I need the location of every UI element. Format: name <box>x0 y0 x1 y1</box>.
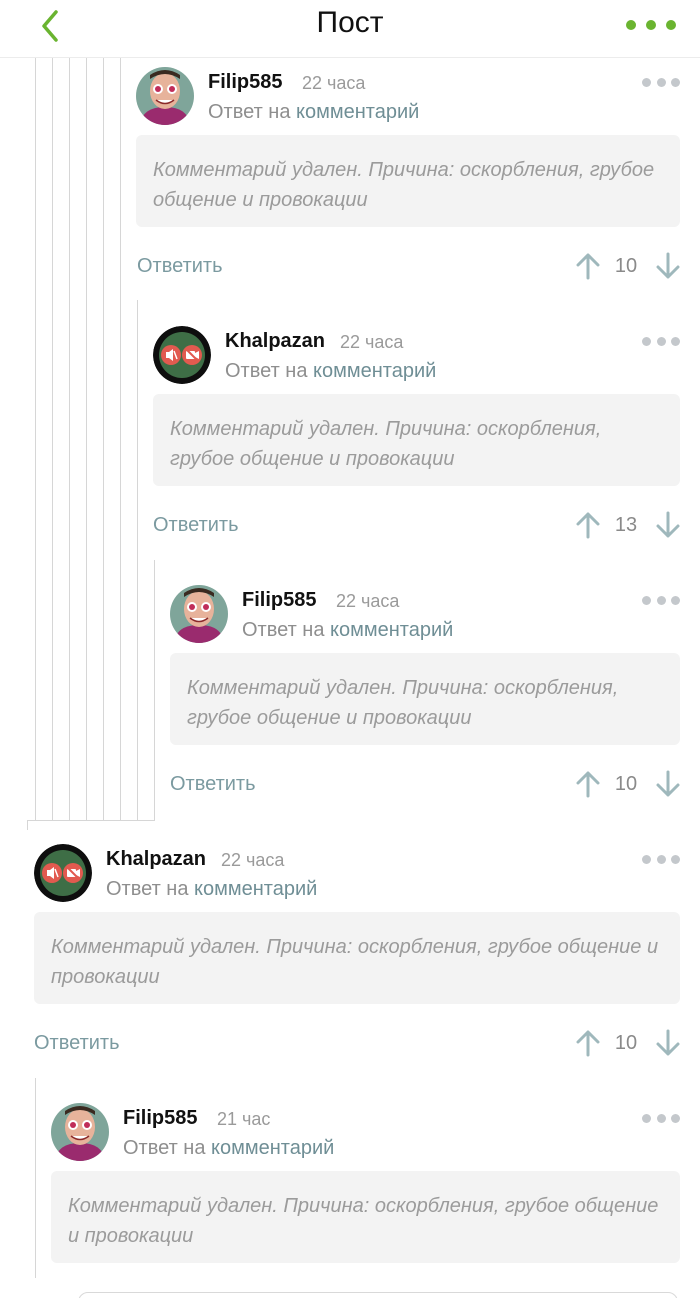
reply-button[interactable]: Ответить <box>170 773 256 796</box>
comment-more-icon[interactable] <box>642 75 680 89</box>
reply-to-prefix: Ответ на <box>225 360 308 382</box>
reply-to-text: Ответ на комментарий <box>242 619 453 642</box>
reply-to-link[interactable]: комментарий <box>194 878 317 900</box>
thread-line <box>69 58 70 820</box>
user-avatar[interactable] <box>170 585 228 643</box>
reply-button[interactable]: Ответить <box>137 255 223 278</box>
timestamp: 21 час <box>217 1109 271 1129</box>
reply-to-link[interactable]: комментарий <box>211 1137 334 1159</box>
deleted-comment-notice: Комментарий удален. Причина: оскорбления… <box>34 912 680 1004</box>
timestamp: 22 часа <box>340 332 404 352</box>
user-avatar[interactable] <box>34 844 92 902</box>
rating-count: 10 <box>614 1032 638 1054</box>
thread-line <box>120 58 121 820</box>
reply-to-text: Ответ на комментарий <box>208 101 419 124</box>
timestamp: 22 часа <box>336 591 400 611</box>
reply-to-text: Ответ на комментарий <box>106 878 317 901</box>
thread-line <box>52 58 53 820</box>
reply-to-link[interactable]: комментарий <box>313 360 436 382</box>
reply-to-prefix: Ответ на <box>242 619 325 641</box>
user-avatar[interactable] <box>136 67 194 125</box>
rating-count: 10 <box>614 255 638 277</box>
page-title: Пост <box>316 6 384 39</box>
rating-count: 13 <box>614 514 638 536</box>
downvote-arrow-icon[interactable] <box>655 1029 681 1057</box>
username[interactable]: Khalpazan <box>225 330 325 353</box>
comment-more-icon[interactable] <box>642 1111 680 1125</box>
timestamp: 22 часа <box>221 850 285 870</box>
thread-line <box>86 58 87 820</box>
downvote-arrow-icon[interactable] <box>655 252 681 280</box>
thread-line <box>154 560 155 820</box>
upvote-arrow-icon[interactable] <box>575 1029 601 1057</box>
deleted-comment-notice: Комментарий удален. Причина: оскорбления… <box>170 653 680 745</box>
thread-line <box>35 58 36 820</box>
upvote-arrow-icon[interactable] <box>575 252 601 280</box>
downvote-arrow-icon[interactable] <box>655 511 681 539</box>
comment-more-icon[interactable] <box>642 334 680 348</box>
more-options-icon[interactable] <box>626 12 676 38</box>
top-bar: Пост <box>0 0 700 58</box>
user-avatar[interactable] <box>51 1103 109 1161</box>
username[interactable]: Filip585 <box>242 589 316 612</box>
thread-line <box>137 300 138 820</box>
comment-more-icon[interactable] <box>642 852 680 866</box>
deleted-comment-notice: Комментарий удален. Причина: оскорбления… <box>136 135 680 227</box>
thread-line <box>27 820 28 830</box>
timestamp: 22 часа <box>302 73 366 93</box>
deleted-comment-notice: Комментарий удален. Причина: оскорбления… <box>153 394 680 486</box>
upvote-arrow-icon[interactable] <box>575 770 601 798</box>
reply-button[interactable]: Ответить <box>34 1032 120 1055</box>
reply-to-prefix: Ответ на <box>208 101 291 123</box>
thread-line <box>27 820 155 821</box>
reply-to-text: Ответ на комментарий <box>123 1137 334 1160</box>
deleted-comment-notice: Комментарий удален. Причина: оскорбления… <box>51 1171 680 1263</box>
user-avatar[interactable] <box>153 326 211 384</box>
thread-line <box>103 58 104 820</box>
reply-to-text: Ответ на комментарий <box>225 360 436 383</box>
upvote-arrow-icon[interactable] <box>575 511 601 539</box>
comment-more-icon[interactable] <box>642 593 680 607</box>
username[interactable]: Filip585 <box>123 1107 197 1130</box>
username[interactable]: Khalpazan <box>106 848 206 871</box>
username[interactable]: Filip585 <box>208 71 282 94</box>
reply-to-link[interactable]: комментарий <box>330 619 453 641</box>
thread-line <box>35 1078 36 1278</box>
reply-to-prefix: Ответ на <box>106 878 189 900</box>
downvote-arrow-icon[interactable] <box>655 770 681 798</box>
rating-count: 10 <box>614 773 638 795</box>
reply-to-link[interactable]: комментарий <box>296 101 419 123</box>
comment-input[interactable] <box>78 1292 678 1298</box>
reply-button[interactable]: Ответить <box>153 514 239 537</box>
reply-to-prefix: Ответ на <box>123 1137 206 1159</box>
